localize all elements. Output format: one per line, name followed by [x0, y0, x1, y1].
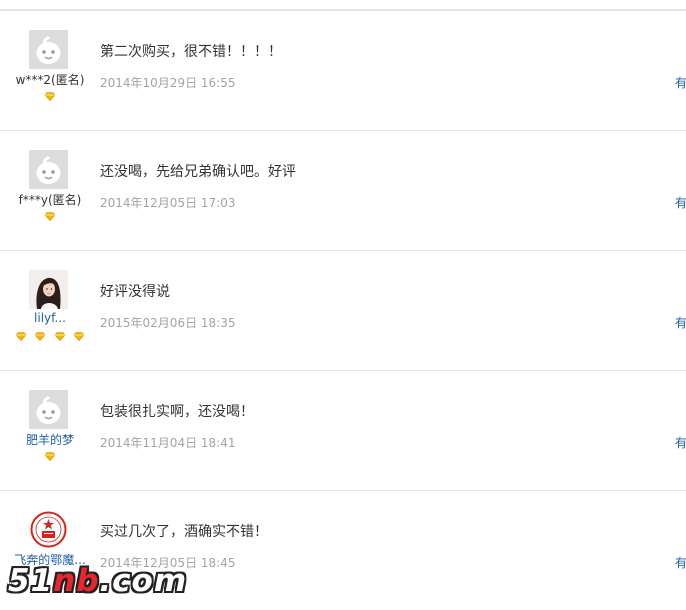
review-text: 买过几次了，酒确实不错！: [100, 524, 268, 540]
diamond-icon: [44, 452, 56, 461]
watermark-suffix: .com: [99, 563, 188, 599]
default-avatar-icon[interactable]: [29, 390, 68, 429]
helpful-link[interactable]: 有: [675, 554, 686, 571]
member-level-badge: [0, 212, 100, 221]
review-item: 肥羊的梦 包装很扎实啊，还没喝！ 2014年11月04日 18:41 有: [0, 370, 686, 490]
review-text: 第二次购买，很不错！！！！: [100, 44, 282, 60]
watermark-prefix: 51: [8, 563, 54, 599]
diamond-icon: [35, 332, 46, 341]
review-text: 好评没得说: [100, 284, 170, 300]
review-date: 2014年12月05日 17:03: [100, 196, 236, 210]
seal-avatar-icon[interactable]: [29, 510, 68, 549]
default-avatar-icon[interactable]: [29, 150, 68, 189]
review-text: 还没喝，先给兄弟确认吧。好评: [100, 164, 296, 180]
review-item: lilyf... 好评没得说 2015年02月06日 18:35 有: [0, 250, 686, 370]
review-date: 2014年10月29日 16:55: [100, 76, 236, 90]
watermark-accent: nb: [53, 563, 100, 599]
review-text: 包装很扎实啊，还没喝！: [100, 404, 254, 420]
member-level-badge: [0, 92, 100, 101]
helpful-link[interactable]: 有: [675, 314, 686, 331]
diamond-icon: [54, 332, 65, 341]
reviewer-name-link[interactable]: 肥羊的梦: [4, 431, 96, 448]
reviewer-name: w***2(匿名): [15, 73, 85, 87]
helpful-link[interactable]: 有: [675, 74, 686, 91]
diamond-icon: [44, 92, 56, 101]
review-date: 2014年11月04日 18:41: [100, 436, 236, 450]
diamond-icon: [44, 212, 56, 221]
diamond-icon: [73, 332, 85, 341]
review-item: w***2(匿名) 第二次购买，很不错！！！！ 2014年10月29日 16:5…: [0, 10, 686, 130]
helpful-link[interactable]: 有: [675, 194, 686, 211]
photo-avatar-icon[interactable]: [29, 270, 68, 309]
site-watermark: 51nb.com: [8, 563, 187, 599]
member-level-badge: [0, 332, 100, 341]
diamond-icon: [15, 332, 27, 341]
default-avatar-icon[interactable]: [29, 30, 68, 69]
reviewer-name-link[interactable]: lilyf...: [4, 311, 96, 325]
helpful-link[interactable]: 有: [675, 434, 686, 451]
review-item: f***y(匿名) 还没喝，先给兄弟确认吧。好评 2014年12月05日 17:…: [0, 130, 686, 250]
review-date: 2015年02月06日 18:35: [100, 316, 236, 330]
member-level-badge: [0, 452, 100, 461]
reviewer-name: f***y(匿名): [18, 193, 82, 207]
